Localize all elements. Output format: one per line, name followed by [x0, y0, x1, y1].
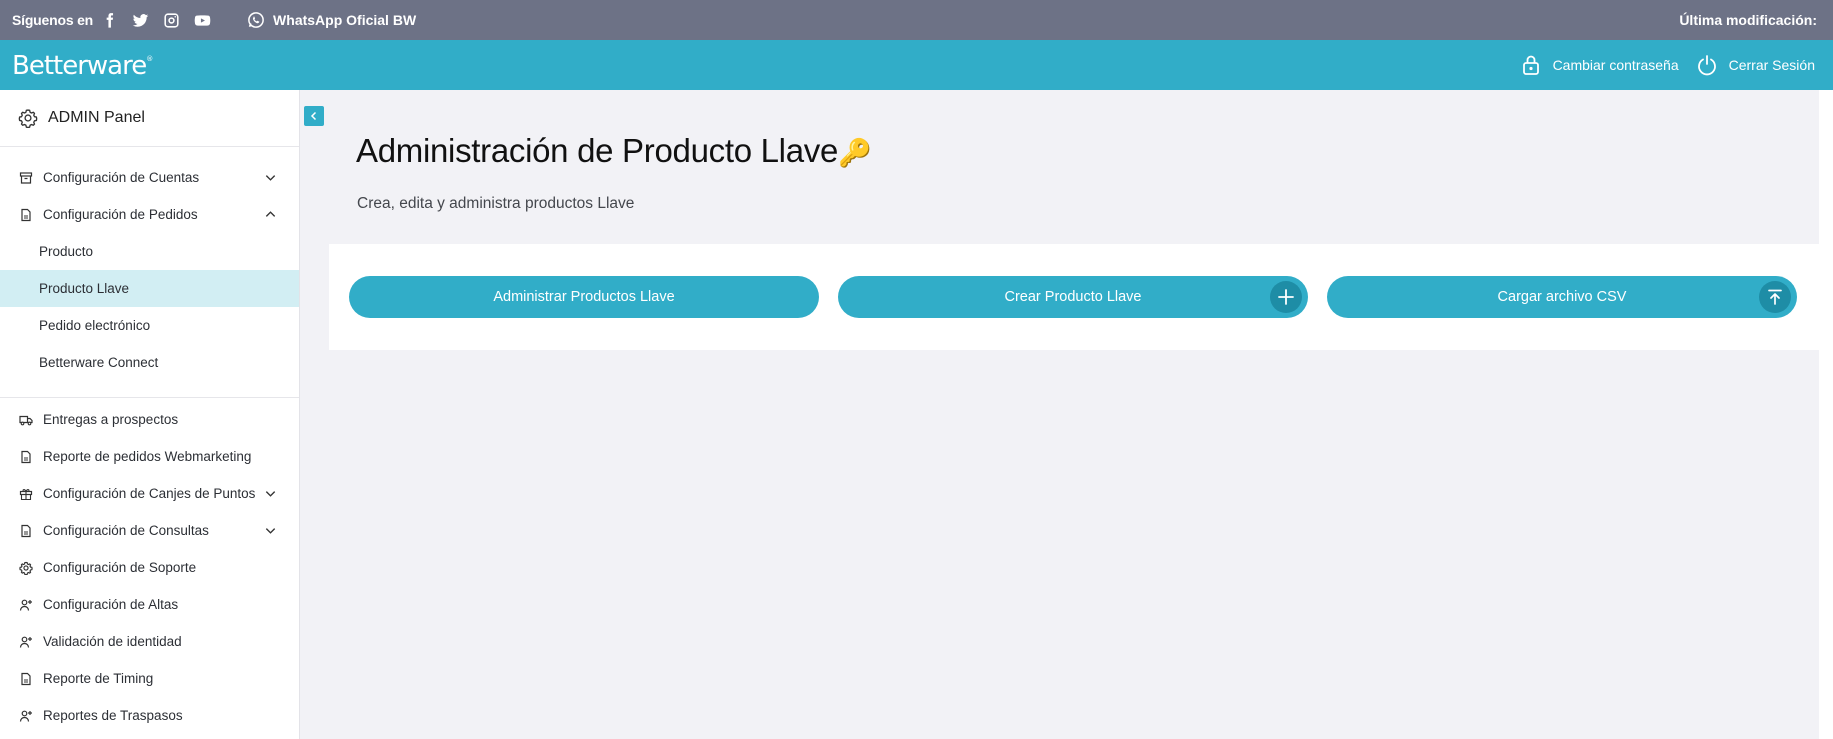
- gear-icon: [19, 561, 33, 575]
- sidebar-item-label: Configuración de Cuentas: [43, 170, 200, 185]
- logo-text: Betterware: [12, 51, 147, 81]
- chevron-down-icon[interactable]: [264, 524, 277, 537]
- follow-label: Síguenos en: [12, 12, 94, 28]
- admin-panel-title: ADMIN Panel: [0, 90, 299, 147]
- plus-icon: [1270, 281, 1302, 313]
- document-icon: [19, 672, 33, 686]
- user-add-icon: [19, 709, 33, 723]
- sidebar-subitem-producto-llave[interactable]: Producto Llave: [0, 270, 299, 307]
- sidebar-subitem-producto[interactable]: Producto: [0, 233, 299, 270]
- button-label: Crear Producto Llave: [1004, 289, 1142, 305]
- sidebar-item-altas[interactable]: Configuración de Altas: [0, 586, 299, 623]
- sidebar-item-validacion[interactable]: Validación de identidad: [0, 623, 299, 660]
- sidebar-item-label: Validación de identidad: [43, 634, 182, 649]
- truck-icon: [19, 413, 33, 427]
- page-title: Administración de Producto Llave🔑: [356, 132, 872, 170]
- sidebar-item-label: Reportes de Traspasos: [43, 708, 183, 723]
- sidebar-item-pedidos[interactable]: Configuración de Pedidos: [0, 196, 299, 233]
- document-icon: [19, 450, 33, 464]
- sidebar-item-soporte[interactable]: Configuración de Soporte: [0, 549, 299, 586]
- last-modified-label: Última modificación:: [1679, 12, 1817, 28]
- key-icon: 🔑: [838, 138, 872, 168]
- panel-title-text: ADMIN Panel: [48, 109, 145, 126]
- header-actions: Cambiar contraseña Cerrar Sesión: [1521, 40, 1815, 90]
- sidebar-item-timing[interactable]: Reporte de Timing: [0, 660, 299, 697]
- twitter-icon[interactable]: [132, 12, 149, 29]
- sidebar-item-label: Configuración de Canjes de Puntos: [43, 486, 256, 501]
- upload-csv-button[interactable]: Cargar archivo CSV: [1327, 276, 1797, 318]
- page-title-text: Administración de Producto Llave: [356, 132, 839, 169]
- sidebar-item-label: Configuración de Soporte: [43, 560, 197, 575]
- sidebar-item-cuentas[interactable]: Configuración de Cuentas: [0, 159, 299, 196]
- chevron-down-icon[interactable]: [264, 171, 277, 184]
- button-label: Administrar Productos Llave: [493, 289, 675, 305]
- page-subtitle: Crea, edita y administra productos Llave: [357, 195, 635, 212]
- logout-label: Cerrar Sesión: [1728, 57, 1815, 73]
- sidebar: ADMIN Panel Configuración de Cuentas Con…: [0, 90, 300, 739]
- chevron-down-icon[interactable]: [264, 487, 277, 500]
- top-bar: Síguenos en WhatsApp Oficial BW Última m…: [0, 0, 1833, 40]
- button-label: Cargar archivo CSV: [1497, 289, 1627, 305]
- chevron-left-icon: [310, 111, 317, 121]
- user-add-icon: [19, 598, 33, 612]
- sidebar-item-consultas[interactable]: Configuración de Consultas: [0, 512, 299, 549]
- sidebar-item-label: Configuración de Consultas: [43, 523, 209, 538]
- create-key-product-button[interactable]: Crear Producto Llave: [838, 276, 1308, 318]
- youtube-icon[interactable]: [194, 12, 211, 29]
- chevron-up-icon[interactable]: [264, 208, 277, 221]
- sidebar-item-entregas[interactable]: Entregas a prospectos: [0, 401, 299, 438]
- sidebar-item-traspasos[interactable]: Reportes de Traspasos: [0, 697, 299, 734]
- sidebar-item-webmarketing[interactable]: Reporte de pedidos Webmarketing: [0, 438, 299, 475]
- sidebar-item-label: Configuración de Pedidos: [43, 207, 198, 222]
- change-password-button[interactable]: Cambiar contraseña: [1521, 54, 1679, 76]
- sidebar-item-label: Reporte de pedidos Webmarketing: [43, 449, 252, 464]
- logout-button[interactable]: Cerrar Sesión: [1697, 54, 1815, 76]
- document-icon: [19, 524, 33, 538]
- change-password-label: Cambiar contraseña: [1552, 57, 1679, 73]
- sidebar-subitem-pedido-electronico[interactable]: Pedido electrónico: [0, 307, 299, 344]
- upload-icon: [1759, 281, 1791, 313]
- lock-icon: [1521, 54, 1541, 76]
- instagram-icon[interactable]: [163, 12, 180, 29]
- page-right-edge: [1819, 90, 1833, 739]
- sidebar-subitem-label: Producto Llave: [39, 281, 130, 296]
- whatsapp-link[interactable]: WhatsApp Oficial BW: [247, 11, 416, 29]
- sidebar-subitem-label: Producto: [39, 244, 94, 259]
- sidebar-subitem-label: Betterware Connect: [39, 355, 159, 370]
- collapse-sidebar-button[interactable]: [304, 106, 324, 126]
- app-header: Betterware® Cambiar contraseña Cerrar Se…: [0, 40, 1833, 90]
- power-icon: [1697, 54, 1717, 76]
- betterware-logo[interactable]: Betterware®: [12, 51, 153, 81]
- sidebar-subitem-label: Pedido electrónico: [39, 318, 151, 333]
- gift-icon: [19, 487, 33, 501]
- user-add-icon: [19, 635, 33, 649]
- archive-icon: [19, 171, 33, 185]
- actions-card: Administrar Productos Llave Crear Produc…: [329, 244, 1819, 350]
- facebook-icon[interactable]: [101, 12, 118, 29]
- sidebar-item-label: Configuración de Altas: [43, 597, 179, 612]
- sidebar-item-label: Reporte de Timing: [43, 671, 154, 686]
- sidebar-item-canjes[interactable]: Configuración de Canjes de Puntos: [0, 475, 299, 512]
- whatsapp-icon: [247, 11, 265, 29]
- document-icon: [19, 208, 33, 222]
- sidebar-item-label: Entregas a prospectos: [43, 412, 179, 427]
- social-links: [101, 12, 211, 29]
- sidebar-subitem-betterware-connect[interactable]: Betterware Connect: [0, 344, 299, 381]
- whatsapp-label: WhatsApp Oficial BW: [273, 12, 417, 28]
- gear-icon: [18, 108, 38, 128]
- manage-key-products-button[interactable]: Administrar Productos Llave: [349, 276, 819, 318]
